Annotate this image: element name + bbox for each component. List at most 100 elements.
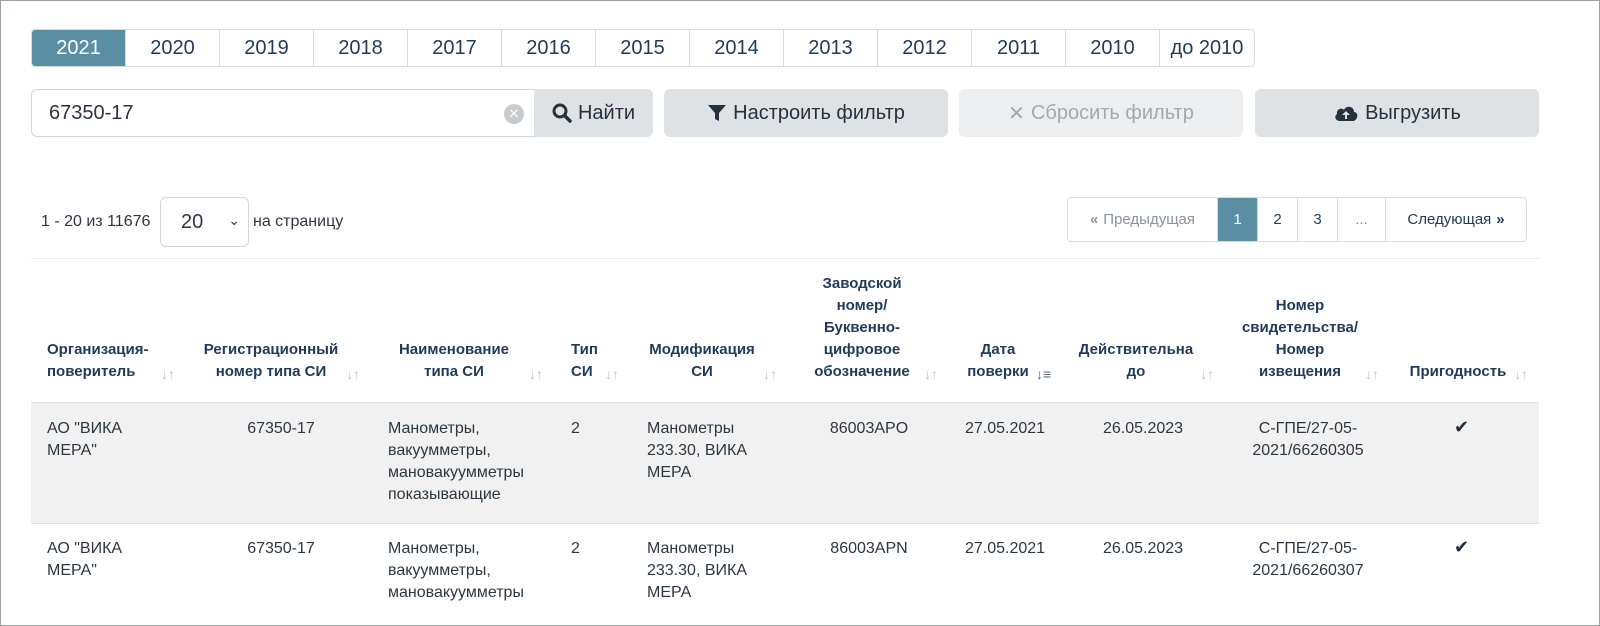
- cell-valid-until: 26.05.2023: [1102, 420, 1184, 437]
- cell-serial: 86003APO: [829, 420, 909, 437]
- export-button[interactable]: Выгрузить: [1255, 89, 1539, 137]
- chevron-down-icon: ⌄: [228, 212, 240, 228]
- tab-year-2019[interactable]: 2019: [220, 30, 314, 66]
- sort-icon[interactable]: ↓↑: [1514, 366, 1528, 382]
- per-page-value: 20: [181, 210, 204, 233]
- cell-verification-date: 27.05.2021: [964, 420, 1046, 437]
- cell-line: Манометры,: [388, 540, 480, 557]
- header-line: номер типа СИ: [215, 363, 327, 380]
- tab-year-2013[interactable]: 2013: [784, 30, 878, 66]
- reset-filter-button[interactable]: ✕ Сбросить фильтр: [959, 89, 1243, 137]
- funnel-icon: [708, 105, 727, 121]
- header-line: поверки: [967, 363, 1029, 380]
- tab-year-2010[interactable]: 2010: [1066, 30, 1160, 66]
- close-icon: ✕: [1008, 102, 1025, 125]
- cell-line: 2021/66260305: [1252, 442, 1364, 459]
- tab-year-2015[interactable]: 2015: [596, 30, 690, 66]
- header-line: Действительна: [1078, 341, 1194, 358]
- column-header-reg-number[interactable]: Регистрационный номер типа СИ: [198, 339, 344, 383]
- column-header-certificate[interactable]: Номер свидетельства/ Номер извещения: [1236, 295, 1364, 383]
- tab-year-2014[interactable]: 2014: [690, 30, 784, 66]
- column-header-type[interactable]: Тип СИ: [571, 339, 598, 383]
- page-1-button[interactable]: 1: [1218, 198, 1258, 241]
- column-header-modification[interactable]: Модификация СИ: [643, 339, 761, 383]
- search-box: ✕: [31, 89, 534, 137]
- sort-icon[interactable]: ↓↑: [924, 366, 938, 382]
- sort-icon[interactable]: ↓↑: [1200, 366, 1214, 382]
- cell-line: 233.30, ВИКА: [647, 562, 747, 579]
- sort-icon[interactable]: ↓↑: [161, 366, 175, 382]
- reset-filter-button-label: Сбросить фильтр: [1030, 101, 1194, 124]
- tab-year-2018[interactable]: 2018: [314, 30, 408, 66]
- tab-year-2017[interactable]: 2017: [408, 30, 502, 66]
- clear-icon[interactable]: ✕: [504, 104, 524, 124]
- cloud-upload-icon: [1335, 106, 1358, 121]
- cell-reg-number: 67350-17: [247, 420, 315, 437]
- page-2-button[interactable]: 2: [1258, 198, 1298, 241]
- per-page-select[interactable]: 20 ⌄: [160, 197, 249, 247]
- column-header-valid-until[interactable]: Действительна до: [1072, 339, 1200, 383]
- header-line: Номер: [1275, 341, 1325, 358]
- search-input[interactable]: [49, 101, 489, 125]
- header-line: Модификация: [649, 341, 755, 358]
- cell-line: С-ГПЕ/27-05-: [1258, 540, 1358, 557]
- header-line: Регистрационный: [203, 341, 339, 358]
- cell-line: Манометры: [647, 540, 735, 557]
- cell-line: Манометры,: [388, 420, 480, 437]
- prev-page-button[interactable]: « Предыдущая: [1068, 198, 1218, 241]
- double-chevron-left-icon: «: [1089, 211, 1099, 228]
- cell-line: 233.30, ВИКА: [647, 442, 747, 459]
- header-line: Заводской: [822, 275, 902, 292]
- column-header-serial[interactable]: Заводской номер/ Буквенно- цифровое обоз…: [808, 273, 916, 383]
- cell-line: МЕРА: [647, 464, 692, 481]
- cell-org: АО "ВИКА МЕРА": [47, 418, 122, 462]
- cell-type: 2: [571, 540, 580, 557]
- next-page-button[interactable]: Следующая »: [1386, 198, 1526, 241]
- tab-year-2016[interactable]: 2016: [502, 30, 596, 66]
- cell-line: МЕРА": [47, 442, 97, 459]
- pagination-ellipsis: ...: [1338, 198, 1386, 241]
- sort-icon[interactable]: ↓↑: [763, 366, 777, 382]
- header-line: извещения: [1258, 363, 1342, 380]
- cell-line: мановакуумметры: [388, 464, 524, 481]
- cell-modification: Манометры 233.30, ВИКА МЕРА: [647, 538, 747, 604]
- tab-year-2012[interactable]: 2012: [878, 30, 972, 66]
- cell-line: 2021/66260307: [1252, 562, 1364, 579]
- cell-org: АО "ВИКА МЕРА": [47, 538, 122, 582]
- header-line: Тип: [571, 341, 598, 358]
- header-line: Пригодность: [1409, 363, 1507, 380]
- tab-year-2020[interactable]: 2020: [126, 30, 220, 66]
- column-header-type-name[interactable]: Наименование типа СИ: [388, 339, 520, 383]
- find-button[interactable]: Найти: [534, 89, 653, 137]
- sort-icon[interactable]: ↓↑: [605, 366, 619, 382]
- export-button-label: Выгрузить: [1365, 101, 1461, 124]
- filter-button[interactable]: Настроить фильтр: [664, 89, 948, 137]
- cell-line: АО "ВИКА: [47, 420, 123, 437]
- cell-line: мановакуумметры: [388, 584, 524, 601]
- header-line: Наименование: [398, 341, 510, 358]
- tab-year-2021[interactable]: 2021: [32, 30, 126, 66]
- page-3-button[interactable]: 3: [1298, 198, 1338, 241]
- cell-verification-date: 27.05.2021: [964, 540, 1046, 557]
- header-line: СИ: [571, 363, 593, 380]
- sort-icon[interactable]: ↓↑: [529, 366, 543, 382]
- cell-line: МЕРА": [47, 562, 97, 579]
- sort-icon[interactable]: ↓↑: [1365, 366, 1379, 382]
- tab-year-before-2010[interactable]: до 2010: [1160, 30, 1254, 66]
- sort-icon[interactable]: ↓↑: [346, 366, 360, 382]
- results-range: 1 - 20 из 11676: [41, 213, 151, 230]
- column-header-org[interactable]: Организация- поверитель: [47, 339, 149, 383]
- filter-button-label: Настроить фильтр: [733, 101, 905, 124]
- header-line: поверитель: [47, 363, 136, 380]
- next-page-label: Следующая: [1407, 211, 1492, 228]
- header-line: номер/: [836, 297, 888, 314]
- sort-desc-icon[interactable]: ↓≡: [1036, 366, 1051, 382]
- search-icon: [552, 103, 572, 123]
- tab-year-2011[interactable]: 2011: [972, 30, 1066, 66]
- cell-type-name: Манометры, вакуумметры, мановакуумметры: [388, 538, 524, 604]
- header-line: Номер: [1275, 297, 1325, 314]
- header-line: обозначение: [814, 363, 910, 380]
- column-header-verification-date[interactable]: Дата поверки: [962, 339, 1034, 383]
- per-page-label: на страницу: [253, 213, 344, 230]
- column-header-fitness[interactable]: Пригодность: [1402, 361, 1514, 383]
